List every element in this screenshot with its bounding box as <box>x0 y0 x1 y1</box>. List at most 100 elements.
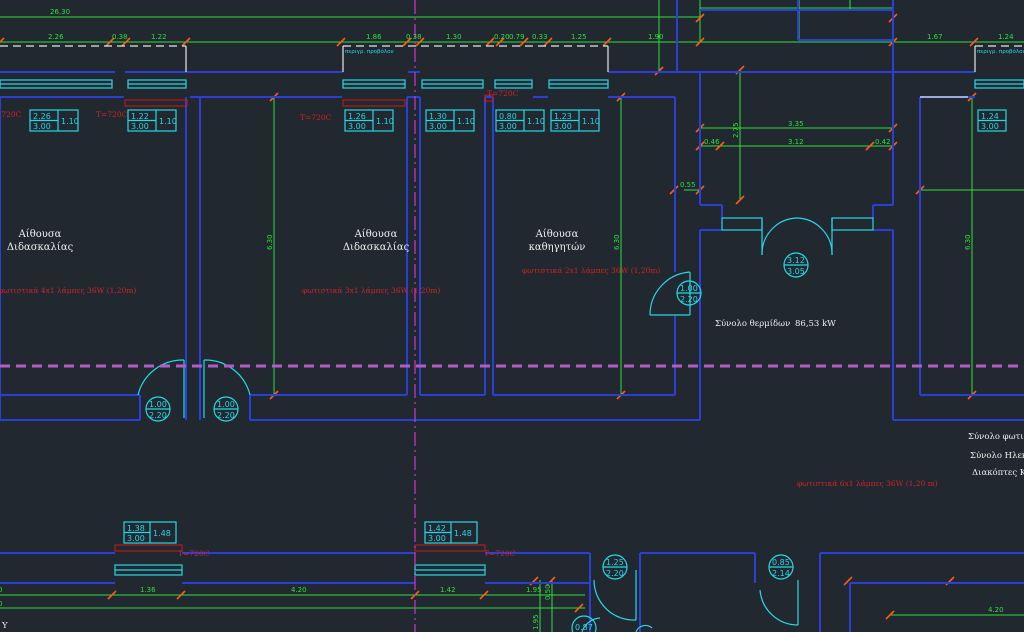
dim-text: 0 <box>0 600 2 608</box>
right-note: Σύνολο φωτι <box>968 431 1024 442</box>
dim-text: 0.42 <box>875 138 891 146</box>
total-heating-value: 86,53 kW <box>795 319 836 329</box>
dim-text: 0 <box>0 586 2 594</box>
svg-text:3.12: 3.12 <box>787 256 805 265</box>
svg-text:3.00: 3.00 <box>499 122 517 131</box>
svg-text:1.10: 1.10 <box>61 117 79 126</box>
svg-text:1.26: 1.26 <box>348 112 366 121</box>
dim-text: 2.26 <box>48 33 64 41</box>
temp-label: T=720C <box>484 549 516 558</box>
dim-text: 0.50 <box>544 584 552 600</box>
svg-text:3.00: 3.00 <box>33 122 51 131</box>
svg-text:1.48: 1.48 <box>153 529 171 538</box>
room-name: Αίθουσα <box>535 229 579 240</box>
dim-text: 1.36 <box>140 586 156 594</box>
dim-text: 3.35 <box>788 120 804 128</box>
svg-text:3.05: 3.05 <box>787 267 805 276</box>
temp-label: T=720C <box>300 113 332 122</box>
svg-text:1.10: 1.10 <box>159 117 177 126</box>
svg-text:1.38: 1.38 <box>127 524 145 533</box>
door-tag: 1.00 2.20 <box>145 396 171 422</box>
dim-text: 0.20 <box>494 33 510 41</box>
plan-drawing: 26.30 2.26 0.38 1.22 1.86 0.38 1.30 0.20… <box>0 0 1024 632</box>
total-heating-label: Σύνολο θερμίδων <box>715 318 790 329</box>
lighting-notes: φωτιστικά 4x1 λάμπες 36W (1,20m) φωτιστι… <box>0 266 938 488</box>
svg-text:0.80: 0.80 <box>499 112 517 121</box>
room-name: Αίθουσα <box>18 229 62 240</box>
svg-text:2.20: 2.20 <box>606 569 624 578</box>
dim-text: 4.20 <box>988 606 1004 614</box>
window-tag: 1.42 3.00 1.48 <box>424 521 478 544</box>
lighting-note: φωτιστικά 2x1 λάμπες 36W (1,20m) <box>522 266 660 275</box>
temp-label: T=720C <box>178 549 210 558</box>
svg-text:2.20: 2.20 <box>680 295 698 304</box>
dim-top-total: 26.30 <box>50 8 70 16</box>
right-note: Διακόπτες ΚΙ <box>972 467 1024 478</box>
svg-text:1.22: 1.22 <box>131 112 149 121</box>
dim-text: 1.22 <box>151 33 167 41</box>
svg-text:1.10: 1.10 <box>376 117 394 126</box>
window-tag: 1.24 3.00 <box>977 109 1007 132</box>
room-labels: Αίθουσα Διδασκαλίας Αίθουσα Διδασκαλίας … <box>7 229 586 253</box>
svg-text:1.42: 1.42 <box>428 524 446 533</box>
svg-text:2.14: 2.14 <box>772 569 790 578</box>
svg-text:1.00: 1.00 <box>217 400 235 409</box>
dim-text: 3.12 <box>788 138 804 146</box>
dim-text: 4.20 <box>291 586 307 594</box>
dim-text: 1.95 <box>532 614 540 630</box>
door-tag: 0.87 <box>571 615 597 632</box>
temp-label: T=720C <box>96 110 128 119</box>
room-name: καθηγητών <box>529 242 586 253</box>
room-name: Αίθουσα <box>354 229 398 240</box>
dim-text: 1.42 <box>440 586 456 594</box>
dim-text: 0.38 <box>112 33 128 41</box>
dimension-ticks <box>0 13 979 620</box>
right-note: Σύνολο Ηλεκτ <box>970 450 1024 461</box>
svg-text:1.00: 1.00 <box>149 400 167 409</box>
facade-note: περιγρ. προβόλου <box>977 48 1024 55</box>
room-name: Διδασκαλίας <box>343 242 410 253</box>
dim-text: 0.46 <box>704 138 720 146</box>
dim-text: 0.79 <box>509 33 525 41</box>
dim-text: 6.30 <box>266 234 274 250</box>
temp-label: T=720C <box>0 110 22 119</box>
svg-text:3.00: 3.00 <box>127 534 145 543</box>
doors <box>137 217 874 632</box>
lighting-note: φωτιστικά 4x1 λάμπες 36W (1,20m) <box>0 286 136 295</box>
svg-text:1.10: 1.10 <box>527 117 545 126</box>
y-mark: Y <box>1 621 8 631</box>
svg-text:3.00: 3.00 <box>131 122 149 131</box>
door-tag: 1.00 2.20 <box>676 280 702 306</box>
svg-text:0.85: 0.85 <box>772 558 790 567</box>
window-tag: 1.23 3.00 1.10 <box>550 109 600 132</box>
dim-text: 1.30 <box>446 33 462 41</box>
svg-text:3.00: 3.00 <box>428 534 446 543</box>
dim-text: 1.90 <box>648 33 664 41</box>
dim-text: 2.75 <box>732 122 740 138</box>
cad-floor-plan: 26.30 2.26 0.38 1.22 1.86 0.38 1.30 0.20… <box>0 0 1024 632</box>
svg-text:2.20: 2.20 <box>217 411 235 420</box>
svg-text:1.23: 1.23 <box>554 112 572 121</box>
dim-text: 6.30 <box>613 234 621 250</box>
door-tag: 1.00 2.20 <box>213 396 239 422</box>
door-tag: 0.85 2.14 <box>768 554 794 580</box>
dim-text: 0.33 <box>532 33 548 41</box>
svg-text:0.87: 0.87 <box>575 623 593 632</box>
door-tag: 1.25 2.20 <box>602 554 628 580</box>
dim-text: 1.67 <box>927 33 943 41</box>
svg-text:3.00: 3.00 <box>554 122 572 131</box>
lighting-note: φωτιστικά 6x1 λάμπες 36W (1,20 m) <box>797 479 938 488</box>
lighting-note: φωτιστικά 3x1 λάμπες 36W (1,20m) <box>302 286 440 295</box>
temp-annotations: T=720C T=720C T=720C T=720C T=720C T=720… <box>0 89 519 558</box>
dim-text: 1.24 <box>998 33 1014 41</box>
window-tag: 1.30 3.00 1.10 <box>425 109 475 132</box>
svg-text:3.00: 3.00 <box>981 122 999 131</box>
facade-notes: περιγρ. προβόλου περιγρ. προβόλου <box>345 48 1024 55</box>
window-frames <box>0 79 1024 576</box>
svg-text:1.00: 1.00 <box>680 284 698 293</box>
svg-text:3.00: 3.00 <box>429 122 447 131</box>
svg-text:3.00: 3.00 <box>348 122 366 131</box>
dim-text: 1.25 <box>571 33 587 41</box>
dim-text: 0.38 <box>406 33 422 41</box>
dim-text: 0.55 <box>680 181 696 189</box>
